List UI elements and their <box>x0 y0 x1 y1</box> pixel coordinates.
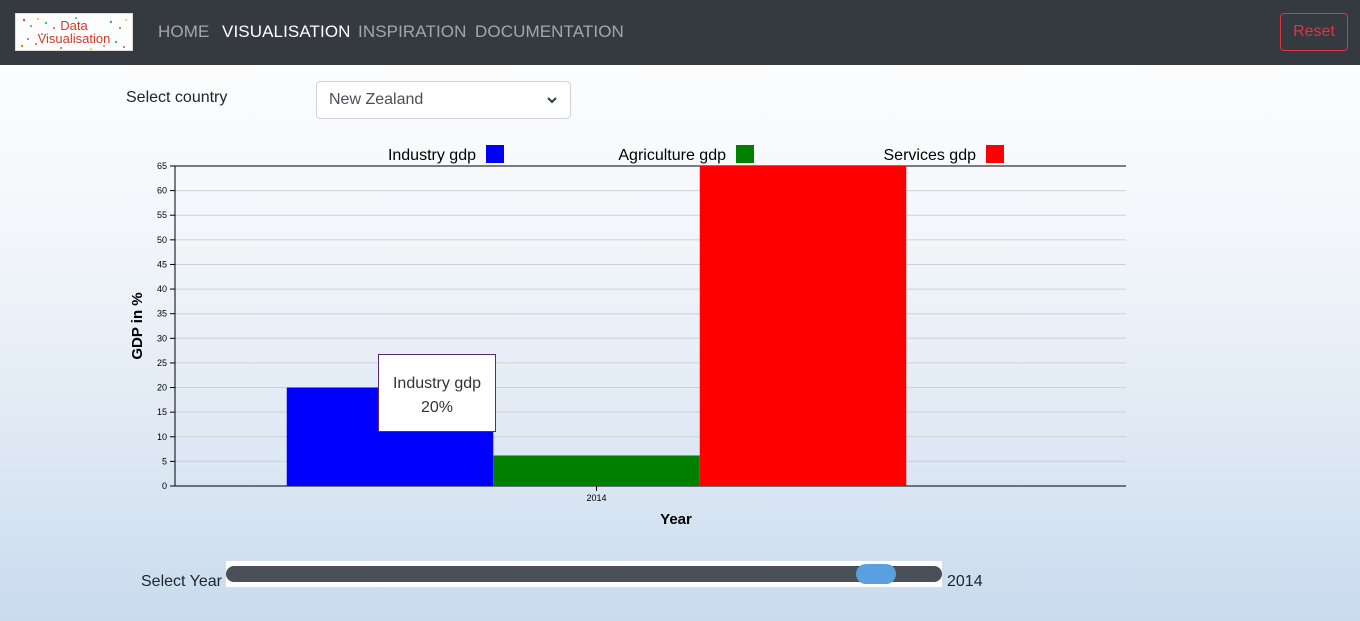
country-select-value: New Zealand <box>329 91 424 108</box>
navbar: Data Visualisation HOME VISUALISATION IN… <box>0 0 1360 65</box>
y-tick-label: 40 <box>157 284 167 294</box>
y-tick-label: 30 <box>157 333 167 343</box>
y-tick-label: 20 <box>157 383 167 393</box>
y-tick-label: 35 <box>157 309 167 319</box>
slider-track[interactable] <box>226 566 942 582</box>
y-tick-label: 0 <box>162 481 167 491</box>
legend-label: Services gdp <box>884 147 977 164</box>
y-tick-label: 60 <box>157 186 167 196</box>
legend-swatch <box>486 145 504 163</box>
y-tick-label: 5 <box>162 456 167 466</box>
legend-label: Industry gdp <box>388 147 476 164</box>
legend-label: Agriculture gdp <box>618 147 726 164</box>
slider-thumb[interactable] <box>855 564 896 584</box>
legend-swatch <box>736 145 754 163</box>
x-tick-label: 2014 <box>586 493 606 503</box>
y-tick-label: 65 <box>157 161 167 171</box>
y-tick-label: 10 <box>157 432 167 442</box>
nav-visualisation[interactable]: VISUALISATION <box>222 22 351 42</box>
logo[interactable]: Data Visualisation <box>15 13 133 51</box>
y-tick-label: 55 <box>157 210 167 220</box>
nav-documentation[interactable]: DOCUMENTATION <box>475 22 624 42</box>
nav-home[interactable]: HOME <box>158 22 209 42</box>
year-slider-value: 2014 <box>947 573 983 590</box>
y-tick-label: 45 <box>157 259 167 269</box>
nav-inspiration[interactable]: INSPIRATION <box>358 22 466 42</box>
reset-button[interactable]: Reset <box>1280 13 1348 51</box>
y-tick-label: 15 <box>157 407 167 417</box>
country-select[interactable]: New Zealand <box>316 81 571 119</box>
legend-swatch <box>986 145 1004 163</box>
x-axis-title: Year <box>660 511 692 528</box>
country-select-label: Select country <box>126 89 228 106</box>
logo-text-line2: Visualisation <box>37 31 111 46</box>
year-slider-label: Select Year <box>141 573 222 590</box>
chevron-down-icon <box>547 97 557 104</box>
tooltip-series: Industry gdp <box>392 375 482 392</box>
year-slider[interactable] <box>226 561 942 587</box>
y-tick-label: 50 <box>157 235 167 245</box>
bar-services-gdp <box>699 166 907 486</box>
tooltip-value: 20% <box>420 399 454 416</box>
y-tick-label: 25 <box>157 358 167 368</box>
y-axis-title: GDP in % <box>129 292 146 359</box>
bar-agriculture-gdp <box>493 455 700 486</box>
gdp-bar-chart: 0 5 10 15 20 25 30 35 40 45 50 55 60 65 2014 Year GDP in… <box>129 145 1126 528</box>
chart-tooltip: Industry gdp 20% <box>378 354 496 432</box>
